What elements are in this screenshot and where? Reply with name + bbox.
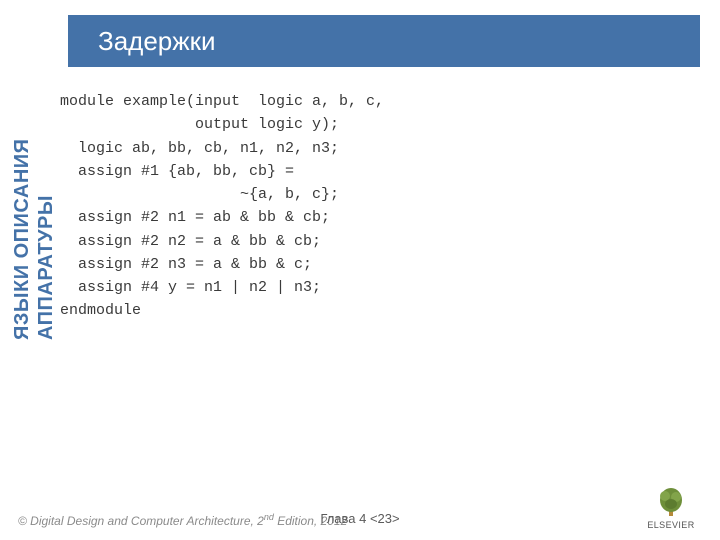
code-block: module example(input logic a, b, c, outp… [60,90,384,323]
code-line-8: assign #2 n3 = a & bb & c; [60,256,312,273]
sidebar-label: ЯЗЫКИ ОПИСАНИЯ АППАРАТУРЫ [10,80,58,340]
publisher-name: ELSEVIER [642,520,700,530]
slide-title: Задержки [98,26,216,57]
code-line-1: module example(input logic a, b, c, [60,93,384,110]
code-line-9: assign #4 y = n1 | n2 | n3; [60,279,321,296]
code-line-5: ~{a, b, c}; [60,186,339,203]
tree-icon [656,486,686,518]
code-line-2: output logic y); [60,116,339,133]
sidebar-line-1: ЯЗЫКИ ОПИСАНИЯ [11,138,33,340]
sidebar-line-2: АППАРАТУРЫ [35,195,57,340]
code-line-10: endmodule [60,302,141,319]
chapter-footer: Глава 4 <23> [0,511,720,526]
slide-title-bar: Задержки [68,15,700,67]
code-line-3: logic ab, bb, cb, n1, n2, n3; [60,140,339,157]
publisher-logo: ELSEVIER [642,486,700,530]
code-line-6: assign #2 n1 = ab & bb & cb; [60,209,330,226]
code-line-4: assign #1 {ab, bb, cb} = [60,163,294,180]
code-line-7: assign #2 n2 = a & bb & cb; [60,233,321,250]
